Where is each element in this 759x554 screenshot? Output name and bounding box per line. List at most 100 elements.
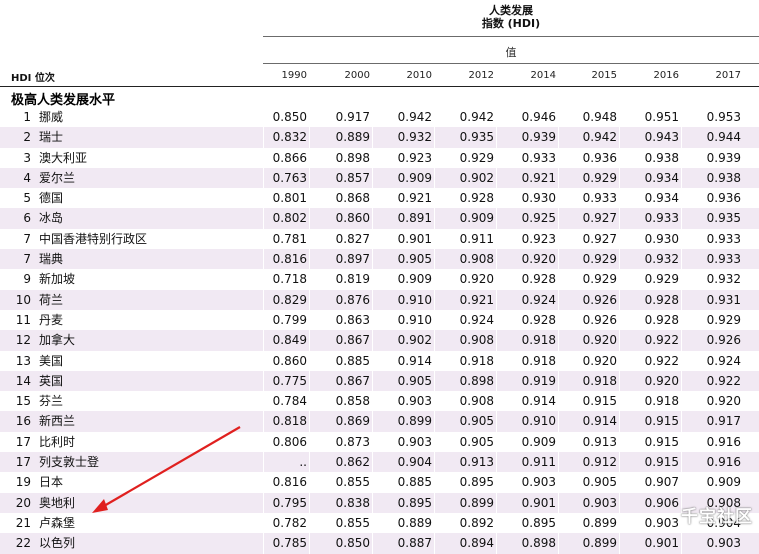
column-separator: [496, 269, 497, 290]
hdi-value-cell: 0.782: [272, 515, 307, 530]
country-cell: 美国: [39, 353, 64, 368]
hdi-value-cell: 0.913: [459, 455, 494, 470]
column-separator: [619, 452, 620, 473]
column-separator: [496, 411, 497, 432]
table-row: 17 比利时 0.806 0.873 0.903 0.905 0.909 0.913 0.915…: [0, 431, 759, 453]
column-separator: [558, 208, 559, 229]
hdi-value-cell: 0.929: [706, 312, 741, 327]
rank-cell: 1: [23, 110, 31, 124]
rank-cell: 10: [15, 292, 31, 307]
hdi-value-cell: 0.905: [459, 414, 494, 429]
column-separator: [496, 167, 497, 189]
column-separator: [496, 391, 497, 412]
column-separator: [309, 472, 310, 493]
hdi-value-cell: 0.921: [459, 292, 494, 307]
column-separator: [263, 167, 264, 189]
column-separator: [619, 147, 620, 168]
column-separator: [263, 309, 264, 331]
column-separator: [372, 269, 373, 290]
hdi-value-cell: 0.948: [582, 110, 617, 124]
hdi-value-cell: 0.908: [459, 252, 494, 267]
column-separator: [681, 228, 682, 250]
rank-cell: 7: [23, 252, 31, 267]
header-rule-mid: [263, 63, 759, 64]
hdi-value-cell: 0.816: [272, 252, 307, 267]
hdi-value-cell: 0.849: [272, 333, 307, 348]
hdi-value-cell: 0.901: [521, 495, 556, 510]
hdi-value-cell: 0.933: [644, 211, 679, 226]
hdi-value-cell: 0.924: [521, 292, 556, 307]
hdi-value-cell: 0.922: [706, 373, 741, 388]
hdi-value-cell: 0.909: [459, 211, 494, 226]
hdi-value-cell: 0.832: [272, 130, 307, 145]
section-title: 极高人类发展水平: [11, 93, 116, 108]
column-separator: [434, 452, 435, 473]
hdi-value-cell: 0.899: [397, 414, 432, 429]
table-row: 4 爱尔兰 0.763 0.857 0.909 0.902 0.921 0.929 0.934 0…: [0, 167, 759, 189]
hdi-value-cell: 0.885: [335, 353, 370, 368]
column-separator: [372, 309, 373, 331]
column-separator: [619, 492, 620, 513]
year-header-2016: 2016: [653, 70, 679, 81]
country-cell: 以色列: [39, 536, 76, 551]
hdi-value-cell: 0.916: [706, 434, 741, 449]
country-cell: 奥地利: [39, 495, 76, 510]
hdi-value-cell: 0.928: [644, 292, 679, 307]
hdi-value-cell: 0.905: [459, 434, 494, 449]
hdi-value-cell: 0.916: [706, 455, 741, 470]
column-separator: [558, 127, 559, 148]
column-separator: [372, 512, 373, 534]
country-cell: 芬兰: [39, 394, 64, 409]
year-header-2015: 2015: [591, 70, 617, 81]
hdi-value-cell: 0.795: [272, 495, 307, 510]
hdi-value-cell: 0.933: [706, 252, 741, 267]
hdi-value-cell: 0.785: [272, 536, 307, 551]
hdi-value-cell: 0.928: [459, 191, 494, 206]
hdi-value-cell: 0.951: [644, 110, 679, 124]
hdi-value-cell: 0.924: [706, 353, 741, 368]
hdi-value-cell: 0.929: [582, 170, 617, 185]
hdi-title-line2: 指数 (HDI): [481, 17, 541, 30]
table-row: 13 美国 0.860 0.885 0.914 0.918 0.918 0.920 0.922 0…: [0, 350, 759, 371]
hdi-value-cell: 0.926: [706, 333, 741, 348]
hdi-value-cell: 0.929: [644, 272, 679, 287]
column-separator: [496, 452, 497, 473]
column-separator: [434, 208, 435, 229]
column-separator: [263, 228, 264, 250]
hdi-value-cell: ..: [299, 455, 307, 470]
hdi-value-cell: 0.917: [706, 414, 741, 429]
column-separator: [681, 147, 682, 168]
column-separator: [434, 512, 435, 534]
country-cell: 瑞士: [39, 130, 64, 145]
hdi-value-cell: 0.902: [459, 170, 494, 185]
hdi-value-cell: 0.850: [335, 536, 370, 551]
hdi-value-cell: 0.887: [397, 536, 432, 551]
rank-cell: 7: [23, 231, 31, 246]
hdi-value-cell: 0.799: [272, 312, 307, 327]
column-separator: [372, 107, 373, 128]
column-separator: [496, 147, 497, 168]
hdi-value-cell: 0.920: [706, 394, 741, 409]
hdi-value-cell: 0.936: [706, 191, 741, 206]
hdi-value-cell: 0.928: [521, 312, 556, 327]
rank-column-label: HDI 位次: [11, 73, 55, 84]
column-separator: [372, 208, 373, 229]
column-separator: [496, 350, 497, 371]
hdi-value-cell: 0.857: [335, 170, 370, 185]
table-row: 10 荷兰 0.829 0.876 0.910 0.921 0.924 0.926 0.928 0…: [0, 289, 759, 310]
hdi-value-cell: 0.938: [644, 150, 679, 165]
hdi-value-cell: 0.926: [582, 312, 617, 327]
hdi-value-cell: 0.926: [582, 292, 617, 307]
table-row: 2 瑞士 0.832 0.889 0.932 0.935 0.939 0.942 0.943 0.…: [0, 127, 759, 148]
hdi-value-cell: 0.829: [272, 292, 307, 307]
column-separator: [619, 391, 620, 412]
hdi-value-cell: 0.944: [706, 130, 741, 145]
column-separator: [681, 188, 682, 209]
hdi-value-cell: 0.915: [644, 455, 679, 470]
column-separator: [309, 309, 310, 331]
column-separator: [372, 188, 373, 209]
rank-cell: 17: [15, 455, 31, 470]
column-separator: [309, 391, 310, 412]
hdi-value-cell: 0.868: [335, 191, 370, 206]
column-separator: [496, 208, 497, 229]
